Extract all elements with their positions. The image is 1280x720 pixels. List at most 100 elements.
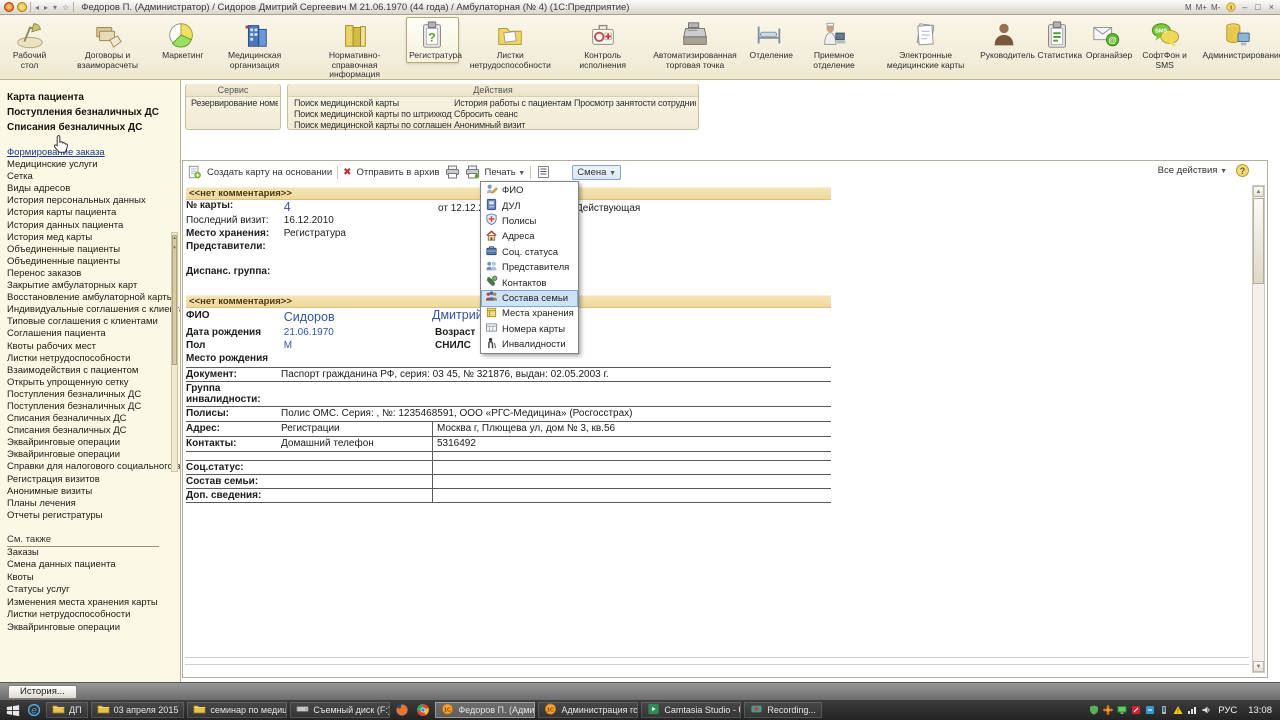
form-scrollbar[interactable]: ▲ ▼ bbox=[1252, 185, 1265, 673]
taskbar-button[interactable]: 03 апреля 2015 bbox=[90, 702, 185, 718]
help-button[interactable]: ? bbox=[1236, 164, 1249, 177]
see-also-item[interactable]: Статусы услуг bbox=[7, 584, 180, 597]
ribbon-section-desk-lamp[interactable]: Рабочий стол bbox=[3, 17, 56, 72]
create-card-button[interactable]: Создать карту на основании bbox=[207, 167, 332, 178]
menu-item-representative-people[interactable]: Представителя bbox=[482, 260, 577, 275]
sidebar-item[interactable]: Виды адресов bbox=[7, 183, 180, 195]
ribbon-section-control-medkit[interactable]: Контроль исполнения bbox=[562, 17, 644, 72]
monitor-icon[interactable] bbox=[1117, 705, 1127, 715]
ribbon-section-manager-person[interactable]: Руководитель bbox=[977, 17, 1035, 63]
sidebar-item[interactable]: Отчеты регистратуры bbox=[7, 510, 180, 522]
menu-item-storage-box[interactable]: Места хранения bbox=[482, 306, 577, 321]
memory-button-m[interactable]: M bbox=[1183, 3, 1194, 12]
nav-back-icon[interactable]: ◂ bbox=[34, 3, 40, 12]
sidebar-item[interactable]: Перенос заказов bbox=[7, 268, 180, 280]
close-button[interactable]: × bbox=[1267, 2, 1276, 12]
sidebar-item[interactable]: Формирование заказа bbox=[7, 147, 180, 159]
ribbon-section-statistics-clipboard[interactable]: Статистика bbox=[1034, 17, 1082, 63]
taskbar-button[interactable]: Recording... bbox=[744, 702, 822, 718]
sidebar-item[interactable]: Взаимодействия с пациентом bbox=[7, 365, 180, 377]
ribbon-section-softphone-sms[interactable]: SMS СофтФон и SMS bbox=[1133, 17, 1197, 72]
sidebar-item[interactable]: История карты пациента bbox=[7, 207, 180, 219]
sidebar-primary-item[interactable]: Карта пациента bbox=[7, 90, 180, 105]
sidebar-item[interactable]: Списания безналичных ДС bbox=[7, 413, 180, 425]
warning-icon[interactable]: ! bbox=[1173, 705, 1183, 715]
firefox-icon[interactable] bbox=[393, 702, 411, 718]
history-button[interactable]: История... bbox=[8, 685, 77, 699]
shield-icon[interactable] bbox=[1089, 705, 1099, 715]
memory-button-mminus[interactable]: M- bbox=[1209, 3, 1222, 12]
sidebar-scrollbar[interactable]: ▴ ▾ bbox=[171, 232, 178, 472]
action-command[interactable]: Сбросить сеанс bbox=[454, 109, 572, 120]
action-command[interactable]: История работы с пациентами bbox=[454, 98, 572, 109]
see-also-item[interactable]: Квоты bbox=[7, 572, 180, 585]
ribbon-section-reference-books[interactable]: Нормативно-справочная информация bbox=[306, 17, 403, 82]
sidebar-item[interactable]: Медицинские услуги bbox=[7, 159, 180, 171]
ribbon-section-pie-chart[interactable]: Маркетинг bbox=[159, 17, 203, 63]
blue-app-icon[interactable] bbox=[1145, 705, 1155, 715]
action-command[interactable]: Анонимный визит bbox=[454, 120, 572, 131]
form-scrollbar-thumb[interactable] bbox=[1253, 198, 1264, 284]
network-icon[interactable] bbox=[1187, 705, 1197, 715]
see-also-item[interactable]: Листки нетрудоспособности bbox=[7, 609, 180, 622]
sidebar-item[interactable]: Объединенные пациенты bbox=[7, 256, 180, 268]
action-command[interactable]: Поиск медицинской карты по штрихкоду bbox=[294, 109, 452, 120]
start-button[interactable] bbox=[4, 702, 22, 718]
scroll-up-icon[interactable]: ▲ bbox=[1253, 186, 1264, 197]
sidebar-item[interactable]: Объединенные пациенты bbox=[7, 244, 180, 256]
taskbar-button[interactable]: ДП bbox=[46, 702, 88, 718]
ribbon-section-admin-database[interactable]: Администрирование bbox=[1199, 17, 1280, 63]
sidebar-item[interactable]: Соглашения пациента bbox=[7, 328, 180, 340]
taskbar-button[interactable]: Съемный диск (F:) bbox=[290, 702, 391, 718]
ribbon-section-cash-register[interactable]: Автоматизированная торговая точка bbox=[647, 17, 744, 72]
favorites-star-icon[interactable]: ☆ bbox=[61, 3, 70, 12]
memory-button-mplus[interactable]: M+ bbox=[1194, 3, 1209, 12]
sidebar-item[interactable]: Открыть упрощенную сетку bbox=[7, 377, 180, 389]
shift-menu-button[interactable]: Смена ▼ bbox=[572, 164, 622, 180]
sidebar-primary-item[interactable]: Поступления безналичных ДС bbox=[7, 105, 180, 120]
chrome-icon[interactable] bbox=[414, 702, 432, 718]
sidebar-item[interactable]: Поступления безналичных ДС bbox=[7, 401, 180, 413]
sex-value[interactable]: М bbox=[284, 340, 292, 351]
sidebar-item[interactable]: Листки нетрудоспособности bbox=[7, 353, 180, 365]
sidebar-item[interactable]: Регистрация визитов bbox=[7, 474, 180, 486]
send-to-archive-button[interactable]: Отправить в архив bbox=[357, 167, 440, 178]
card-number-value[interactable]: 4 bbox=[284, 200, 291, 214]
flower-icon[interactable] bbox=[1103, 705, 1113, 715]
sidebar-item[interactable]: Планы лечения bbox=[7, 498, 180, 510]
see-also-item[interactable]: Изменения места хранения карты bbox=[7, 597, 180, 610]
volume-icon[interactable] bbox=[1201, 705, 1211, 715]
menu-item-contacts-phone[interactable]: Контактов bbox=[482, 275, 577, 290]
action-command[interactable]: Просмотр занятости сотрудников bbox=[574, 98, 696, 109]
language-indicator[interactable]: РУС bbox=[1214, 705, 1241, 716]
menu-item-address-house[interactable]: Адреса bbox=[482, 229, 577, 244]
service-command[interactable]: Резервирование номеров bbox=[191, 98, 278, 109]
menu-item-polis-shield[interactable]: Полисы bbox=[482, 213, 577, 229]
sidebar-primary-item[interactable]: Списания безналичных ДС bbox=[7, 120, 180, 135]
ribbon-section-organizer-mail[interactable]: @ Органайзер bbox=[1083, 17, 1132, 63]
taskbar-button[interactable]: 1С Федоров П. (Админи... bbox=[435, 702, 536, 718]
nav-forward-icon[interactable]: ▸ bbox=[43, 3, 49, 12]
print-menu-button[interactable]: Печать ▼ bbox=[485, 167, 526, 178]
ribbon-section-clinic-building[interactable]: Медицинская организация bbox=[206, 17, 303, 72]
minimize-button[interactable]: – bbox=[1240, 2, 1249, 12]
taskbar-button[interactable]: семинар по медици... bbox=[187, 702, 288, 718]
ribbon-section-sick-leave-folder[interactable]: Листки нетрудоспособности bbox=[462, 17, 559, 72]
all-actions-button[interactable]: Все действия ▼ bbox=[1158, 165, 1227, 176]
nav-history-chevron-icon[interactable]: ▾ bbox=[52, 3, 58, 12]
sidebar-item[interactable]: Эквайринговые операции bbox=[7, 437, 180, 449]
info-icon[interactable]: i bbox=[1226, 2, 1236, 12]
ribbon-section-registry-clipboard[interactable]: ? Регистратура bbox=[406, 17, 462, 63]
restore-button[interactable]: □ bbox=[1253, 2, 1262, 12]
internet-explorer-icon[interactable]: e bbox=[25, 702, 43, 718]
menu-item-family-group[interactable]: Состава семьи bbox=[481, 289, 578, 308]
taskbar-button[interactable]: 1С Администрация гор... bbox=[538, 702, 639, 718]
printer-icon[interactable] bbox=[445, 165, 460, 179]
sidebar-item[interactable]: Восстановление амбулаторной карты bbox=[7, 292, 180, 304]
sidebar-item[interactable]: Сетка bbox=[7, 171, 180, 183]
see-also-item[interactable]: Эквайринговые операции bbox=[7, 622, 180, 635]
ribbon-section-reception-nurse[interactable]: Приемное отделение bbox=[794, 17, 874, 72]
ribbon-section-hospital-bed[interactable]: Отделение bbox=[747, 17, 793, 63]
sidebar-item[interactable]: Поступления безналичных ДС bbox=[7, 389, 180, 401]
birth-date-value[interactable]: 21.06.1970 bbox=[284, 327, 334, 338]
